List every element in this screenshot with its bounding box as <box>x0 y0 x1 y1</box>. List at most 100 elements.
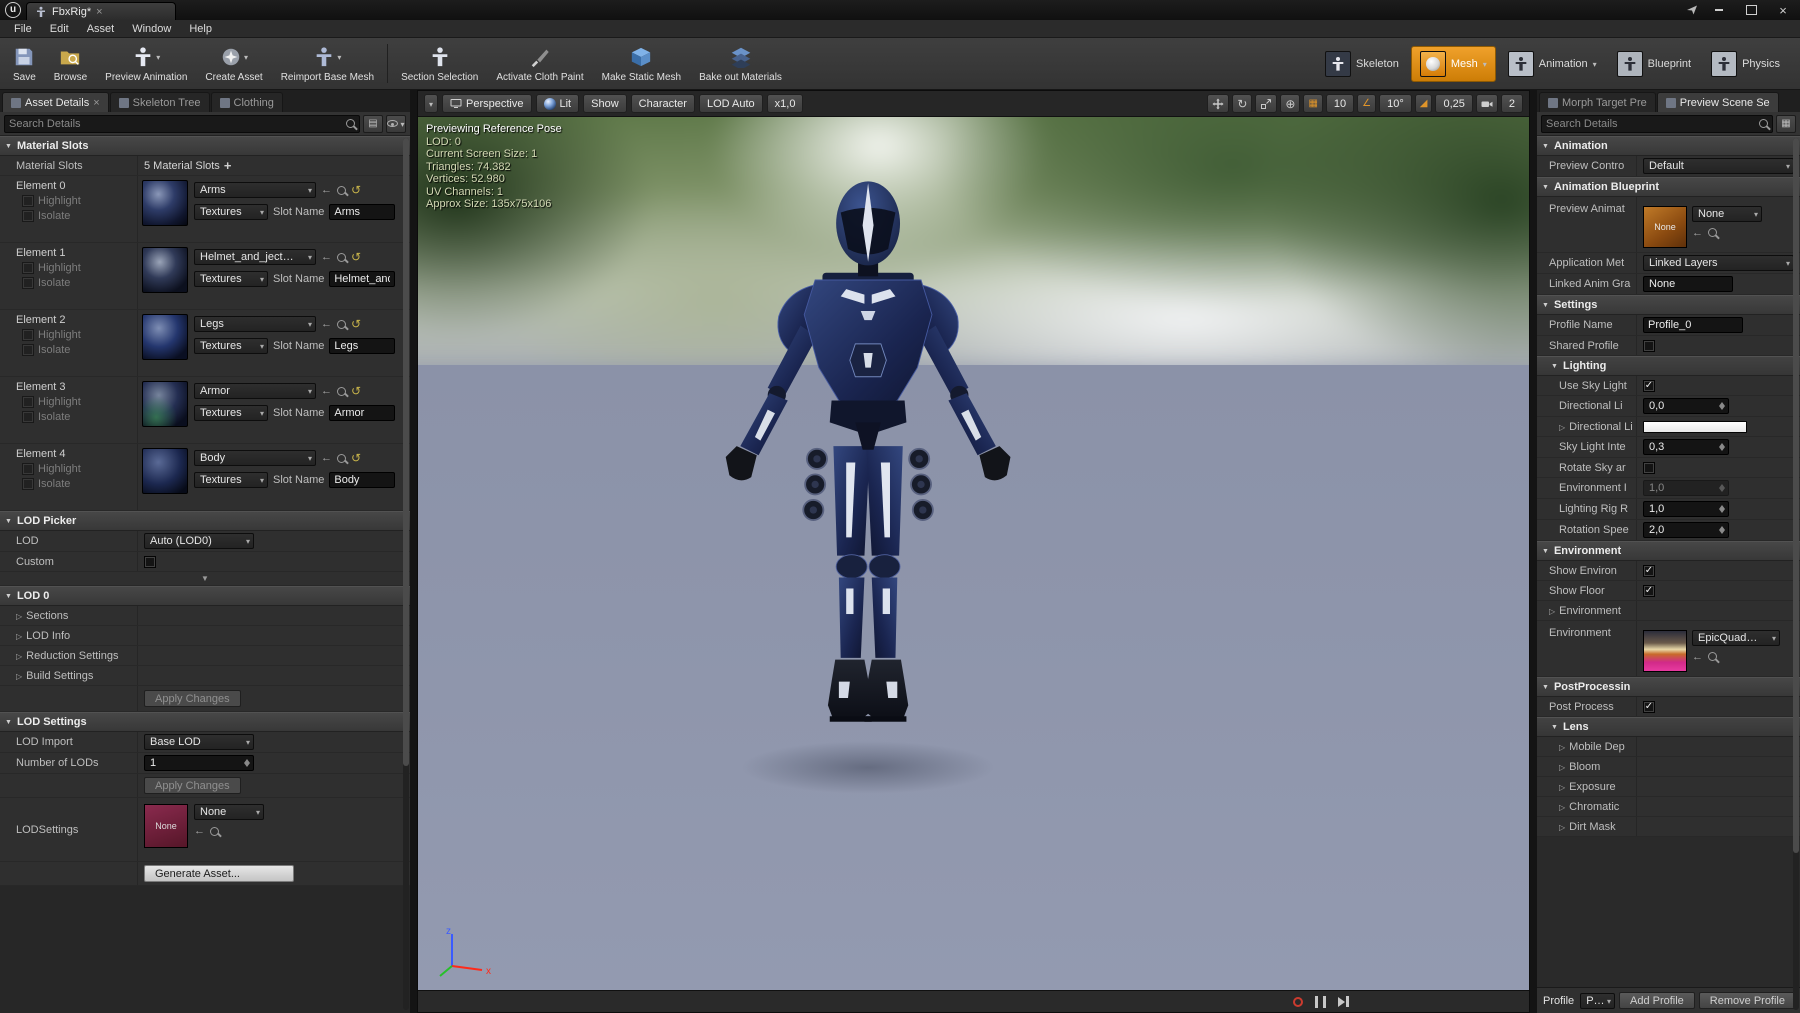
exposure-row[interactable]: Exposure <box>1537 777 1800 797</box>
panel-splitter[interactable] <box>1530 90 1537 1013</box>
isolate-checkbox[interactable]: Isolate <box>16 210 137 222</box>
mode-skeleton[interactable]: Skeleton <box>1317 47 1407 81</box>
custom-checkbox[interactable] <box>144 556 156 568</box>
rotate-sky-checkbox[interactable] <box>1643 462 1655 474</box>
slot-name-input[interactable] <box>329 405 395 421</box>
section-lod-picker[interactable]: LOD Picker <box>0 511 410 531</box>
menu-file[interactable]: File <box>6 23 40 35</box>
preview-controller-select[interactable]: Default <box>1643 158 1794 174</box>
menu-help[interactable]: Help <box>181 23 220 35</box>
save-button[interactable]: Save <box>4 40 45 87</box>
textures-dropdown[interactable]: Textures <box>194 472 268 488</box>
expander-icon[interactable] <box>1559 781 1565 793</box>
use-sky-light-checkbox[interactable] <box>1643 380 1655 392</box>
section-lod0[interactable]: LOD 0 <box>0 586 410 606</box>
isolate-checkbox[interactable]: Isolate <box>16 411 137 423</box>
reset-to-default-icon[interactable] <box>351 384 361 398</box>
material-select[interactable]: Legs <box>194 316 316 332</box>
anim-blueprint-thumbnail[interactable]: None <box>1643 206 1687 248</box>
right-panel-scrollbar[interactable] <box>1793 138 1799 1010</box>
expander-icon[interactable] <box>1559 821 1565 833</box>
lighting-rig-rotation-stepper[interactable]: 1,0 <box>1643 501 1729 517</box>
material-thumbnail[interactable] <box>142 448 188 494</box>
highlight-checkbox[interactable]: Highlight <box>16 329 137 341</box>
mode-physics[interactable]: Physics <box>1703 47 1788 81</box>
apply-changes-button[interactable]: Apply Changes <box>144 777 241 794</box>
chromatic-row[interactable]: Chromatic <box>1537 797 1800 817</box>
highlight-checkbox[interactable]: Highlight <box>16 463 137 475</box>
expander-icon[interactable] <box>16 670 22 682</box>
display-options-button[interactable] <box>1776 115 1796 133</box>
browse-to-asset-icon[interactable] <box>337 253 346 262</box>
expander-icon[interactable] <box>16 650 22 662</box>
scale-tool-button[interactable] <box>1255 94 1277 113</box>
sections-row[interactable]: Sections <box>0 606 410 626</box>
use-selected-asset-icon[interactable] <box>194 825 205 837</box>
lod-auto-button[interactable]: LOD Auto <box>699 94 763 113</box>
record-button[interactable] <box>1293 997 1303 1007</box>
mode-animation[interactable]: Animation <box>1500 47 1605 81</box>
reimport-base-mesh-button[interactable]: Reimport Base Mesh <box>272 40 383 87</box>
highlight-checkbox[interactable]: Highlight <box>16 396 137 408</box>
advanced-expander[interactable]: ▼ <box>0 572 410 586</box>
anim-blueprint-select[interactable]: None <box>1692 206 1762 222</box>
expander-icon[interactable] <box>1559 761 1565 773</box>
material-thumbnail[interactable] <box>142 314 188 360</box>
use-selected-asset-icon[interactable] <box>321 318 332 330</box>
tab-close-icon[interactable] <box>93 97 99 109</box>
section-material-slots[interactable]: Material Slots <box>0 136 410 156</box>
visibility-filter-button[interactable] <box>386 115 406 133</box>
grid-snap-value[interactable]: 10 <box>1326 94 1354 113</box>
add-profile-button[interactable]: Add Profile <box>1619 992 1695 1009</box>
section-lighting[interactable]: Lighting <box>1537 356 1800 376</box>
directional-light-intensity-stepper[interactable]: 0,0 <box>1643 398 1729 414</box>
section-animation-blueprint[interactable]: Animation Blueprint <box>1537 177 1800 197</box>
apply-changes-button[interactable]: Apply Changes <box>144 690 241 707</box>
use-selected-asset-icon[interactable] <box>321 184 332 196</box>
dirt-mask-row[interactable]: Dirt Mask <box>1537 817 1800 837</box>
environment-cubemap-thumbnail[interactable] <box>1643 630 1687 672</box>
material-thumbnail[interactable] <box>142 180 188 226</box>
browse-to-asset-icon[interactable] <box>337 320 346 329</box>
application-method-select[interactable]: Linked Layers <box>1643 255 1794 271</box>
tab-skeleton-tree[interactable]: Skeleton Tree <box>110 92 210 112</box>
reset-to-default-icon[interactable] <box>351 317 361 331</box>
mode-blueprint[interactable]: Blueprint <box>1609 47 1699 81</box>
environment-group-row[interactable]: Environment <box>1537 601 1800 621</box>
show-menu-button[interactable]: Show <box>583 94 627 113</box>
search-input[interactable] <box>1546 118 1755 130</box>
material-select[interactable]: Helmet_and_jectpack <box>194 249 316 265</box>
translate-tool-button[interactable] <box>1207 94 1229 113</box>
playback-speed-button[interactable]: x1,0 <box>767 94 804 113</box>
use-selected-asset-icon[interactable] <box>321 251 332 263</box>
mobile-depth-row[interactable]: Mobile Dep <box>1537 737 1800 757</box>
use-selected-asset-icon[interactable] <box>1692 227 1703 239</box>
linked-anim-graph-value[interactable]: None <box>1643 276 1733 292</box>
expander-icon[interactable] <box>1559 421 1565 433</box>
textures-dropdown[interactable]: Textures <box>194 338 268 354</box>
highlight-checkbox[interactable]: Highlight <box>16 195 137 207</box>
tab-asset-details[interactable]: Asset Details <box>2 92 109 112</box>
camera-speed-button[interactable] <box>1476 94 1498 113</box>
feedback-icon[interactable] <box>1686 4 1698 16</box>
mode-mesh[interactable]: Mesh <box>1411 46 1496 82</box>
perspective-button[interactable]: Perspective <box>442 94 531 113</box>
chevron-down-icon[interactable] <box>1593 58 1597 70</box>
shared-profile-checkbox[interactable] <box>1643 340 1655 352</box>
viewport-options-button[interactable] <box>424 94 438 113</box>
step-forward-button[interactable] <box>1338 996 1349 1007</box>
isolate-checkbox[interactable]: Isolate <box>16 277 137 289</box>
search-input[interactable] <box>9 118 342 130</box>
add-material-slot-button[interactable] <box>224 158 232 173</box>
scale-snap-value[interactable]: 0,25 <box>1435 94 1472 113</box>
left-panel-scrollbar[interactable] <box>403 138 409 1010</box>
browse-to-asset-icon[interactable] <box>1708 228 1717 237</box>
menu-window[interactable]: Window <box>124 23 179 35</box>
menu-asset[interactable]: Asset <box>79 23 123 35</box>
chevron-down-icon[interactable] <box>1483 58 1487 70</box>
activate-cloth-paint-button[interactable]: Activate Cloth Paint <box>487 40 592 87</box>
section-settings[interactable]: Settings <box>1537 295 1800 315</box>
lod-import-select[interactable]: Base LOD <box>144 734 254 750</box>
environment-intensity-stepper[interactable]: 1,0 <box>1643 480 1729 496</box>
textures-dropdown[interactable]: Textures <box>194 271 268 287</box>
